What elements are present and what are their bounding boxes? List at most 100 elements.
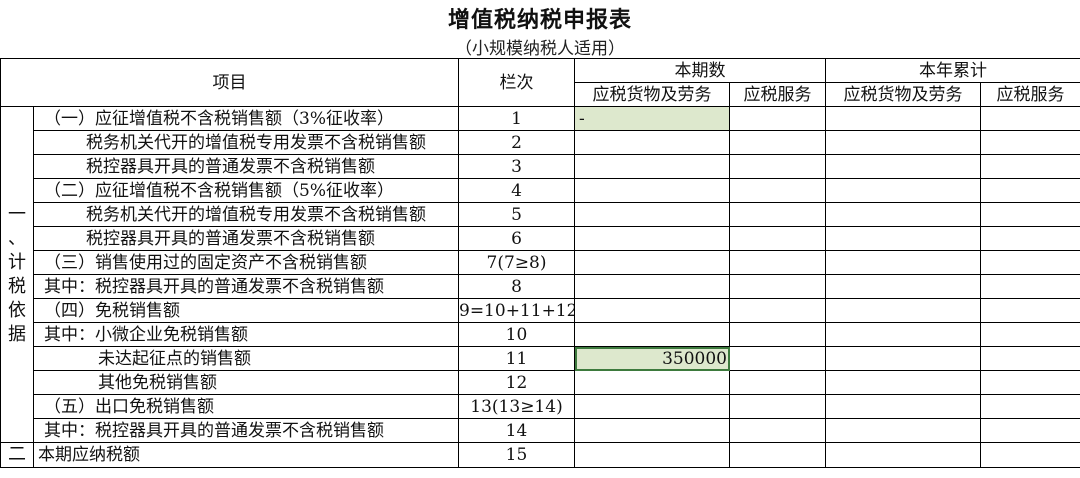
cell-goods-year[interactable] (825, 442, 981, 468)
cell-goods-year[interactable] (825, 202, 981, 227)
cell-services-current[interactable] (729, 394, 826, 419)
table-row: （四）免税销售额 9=10+11+12 (1, 298, 1080, 323)
cell-goods-current[interactable]: 350000 (574, 346, 730, 371)
table-row: 税控器具开具的普通发票不含税销售额 6 (1, 226, 1080, 251)
header-services-current: 应税服务 (729, 82, 826, 107)
cell-goods-current[interactable] (574, 178, 730, 203)
cell-services-current[interactable] (729, 346, 826, 371)
cell-services-current[interactable] (729, 106, 826, 131)
cell-services-year[interactable] (980, 394, 1080, 419)
cell-goods-current[interactable] (574, 418, 730, 443)
header-year-total: 本年累计 (825, 58, 1080, 83)
cell-goods-year[interactable] (825, 106, 981, 131)
cell-goods-year[interactable] (825, 226, 981, 251)
cell-services-current[interactable] (729, 442, 826, 468)
header-item: 项目 (0, 58, 459, 107)
cell-goods-current[interactable]: - (574, 106, 730, 131)
cell-services-current[interactable] (729, 322, 826, 347)
row-no: 11 (458, 346, 575, 371)
cell-services-year[interactable] (980, 250, 1080, 275)
row-label: 其他免税销售额 (33, 370, 459, 395)
table-row: 税务机关代开的增值税专用发票不含税销售额 2 (1, 130, 1080, 155)
cell-services-current[interactable] (729, 178, 826, 203)
row-no: 9=10+11+12 (458, 298, 575, 323)
row-label: （四）免税销售额 (33, 298, 459, 323)
cell-services-current[interactable] (729, 130, 826, 155)
cell-services-current[interactable] (729, 202, 826, 227)
row-label: 税务机关代开的增值税专用发票不含税销售额 (33, 130, 459, 155)
cell-services-current[interactable] (729, 250, 826, 275)
header-goods-year: 应税货物及劳务 (825, 82, 981, 107)
cell-goods-year[interactable] (825, 370, 981, 395)
cell-goods-year[interactable] (825, 298, 981, 323)
cell-services-current[interactable] (729, 154, 826, 179)
cell-goods-year[interactable] (825, 130, 981, 155)
table-row: 二 本期应纳税额 15 (0, 442, 1080, 468)
cell-goods-current[interactable] (574, 202, 730, 227)
cell-services-current[interactable] (729, 418, 826, 443)
tax-return-table: 项目 栏次 本期数 本年累计 应税货物及劳务 应税服务 应税货物及劳务 应税服务… (0, 58, 1080, 468)
cell-services-year[interactable] (980, 274, 1080, 299)
row-no: 10 (458, 322, 575, 347)
cell-goods-current[interactable] (574, 298, 730, 323)
cell-services-year[interactable] (980, 202, 1080, 227)
section1-label-text: 一、计税依据 (8, 203, 26, 345)
cell-services-year[interactable] (980, 346, 1080, 371)
cell-services-year[interactable] (980, 442, 1080, 468)
cell-goods-current[interactable] (574, 322, 730, 347)
section1-label: 一、计税依据 (0, 106, 34, 443)
row-no: 7(7≥8) (458, 250, 575, 275)
row-label: 其中：小微企业免税销售额 (33, 322, 459, 347)
cell-services-year[interactable] (980, 298, 1080, 323)
table-row: 其中：税控器具开具的普通发票不含税销售额 14 (1, 418, 1080, 443)
section2-label: 二 (0, 442, 34, 468)
cell-services-year[interactable] (980, 154, 1080, 179)
row-no: 12 (458, 370, 575, 395)
cell-goods-year[interactable] (825, 322, 981, 347)
cell-goods-current[interactable] (574, 130, 730, 155)
table-row: 其中：小微企业免税销售额 10 (1, 322, 1080, 347)
cell-goods-current[interactable] (574, 442, 730, 468)
cell-goods-year[interactable] (825, 178, 981, 203)
row-no: 3 (458, 154, 575, 179)
row-label: 其中：税控器具开具的普通发票不含税销售额 (33, 418, 459, 443)
cell-services-year[interactable] (980, 370, 1080, 395)
cell-services-current[interactable] (729, 298, 826, 323)
header-services-year: 应税服务 (980, 82, 1080, 107)
table-row: 其他免税销售额 12 (1, 370, 1080, 395)
cell-goods-year[interactable] (825, 250, 981, 275)
cell-goods-year[interactable] (825, 394, 981, 419)
cell-services-year[interactable] (980, 418, 1080, 443)
cell-goods-current[interactable] (574, 370, 730, 395)
cell-goods-year[interactable] (825, 154, 981, 179)
table-row: （三）销售使用过的固定资产不含税销售额 7(7≥8) (1, 250, 1080, 275)
cell-goods-current[interactable] (574, 250, 730, 275)
row-no: 13(13≥14) (458, 394, 575, 419)
cell-services-year[interactable] (980, 106, 1080, 131)
header-current-period: 本期数 (574, 58, 826, 83)
row-label: 未达起征点的销售额 (33, 346, 459, 371)
row-label: 税务机关代开的增值税专用发票不含税销售额 (33, 202, 459, 227)
cell-goods-year[interactable] (825, 346, 981, 371)
tax-return-sheet: 增值税纳税申报表 （小规模纳税人适用） 项目 栏次 本期数 本年累计 应税货物及… (0, 0, 1080, 478)
row-label: 税控器具开具的普通发票不含税销售额 (33, 226, 459, 251)
cell-goods-current[interactable] (574, 394, 730, 419)
cell-services-year[interactable] (980, 178, 1080, 203)
table-row: 未达起征点的销售额 11 350000 (1, 346, 1080, 371)
cell-services-year[interactable] (980, 130, 1080, 155)
cell-services-current[interactable] (729, 370, 826, 395)
cell-goods-year[interactable] (825, 418, 981, 443)
row-no: 15 (458, 442, 575, 468)
cell-services-year[interactable] (980, 226, 1080, 251)
cell-goods-current[interactable] (574, 226, 730, 251)
cell-services-year[interactable] (980, 322, 1080, 347)
cell-goods-current[interactable] (574, 274, 730, 299)
row-label: （三）销售使用过的固定资产不含税销售额 (33, 250, 459, 275)
cell-goods-year[interactable] (825, 274, 981, 299)
cell-goods-current[interactable] (574, 154, 730, 179)
table-row: 一、计税依据 （一）应征增值税不含税销售额（3%征收率） 1 - (0, 106, 1080, 443)
table-row: （五）出口免税销售额 13(13≥14) (1, 394, 1080, 419)
row-label: 本期应纳税额 (33, 442, 459, 468)
cell-services-current[interactable] (729, 226, 826, 251)
cell-services-current[interactable] (729, 274, 826, 299)
